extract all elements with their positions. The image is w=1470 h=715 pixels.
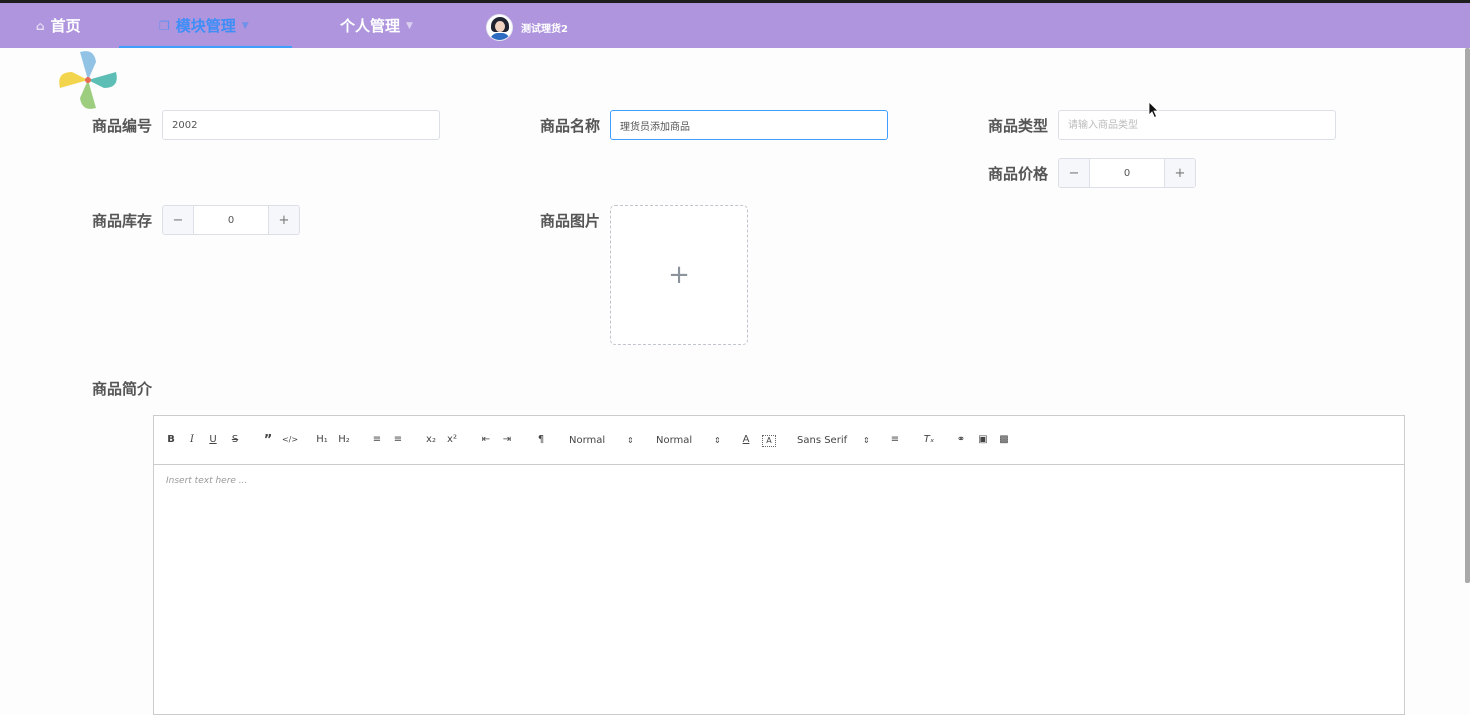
stock-stepper[interactable]: − 0 + bbox=[162, 205, 300, 235]
chevron-down-icon: ▼ bbox=[241, 20, 249, 31]
image-upload-button[interactable]: + bbox=[610, 205, 748, 345]
product-type-input[interactable] bbox=[1058, 110, 1336, 140]
size-picker[interactable]: Normal ⇕ bbox=[569, 433, 635, 447]
strike-icon[interactable]: S bbox=[230, 433, 240, 447]
product-name-input[interactable] bbox=[610, 110, 888, 140]
indent-icon[interactable]: ⇥ bbox=[501, 433, 513, 447]
price-stepper[interactable]: − 0 + bbox=[1058, 158, 1196, 188]
outdent-icon[interactable]: ⇤ bbox=[480, 433, 492, 447]
copy-icon: ❐ bbox=[159, 18, 170, 33]
nav-personal-label: 个人管理 bbox=[340, 17, 401, 35]
editor-toolbar: B I U S ” </> H₁ H₂ ≡ ≡ x₂ x² ⇤ ⇥ ¶ Norm… bbox=[154, 416, 1404, 465]
underline-icon[interactable]: U bbox=[208, 433, 218, 447]
pinwheel-logo-icon bbox=[59, 51, 117, 109]
stock-increase-button[interactable]: + bbox=[268, 206, 299, 234]
scrollbar[interactable] bbox=[1465, 48, 1470, 583]
italic-icon[interactable]: I bbox=[187, 433, 197, 447]
product-name-label: 商品名称 bbox=[540, 116, 601, 135]
stock-value[interactable]: 0 bbox=[194, 206, 268, 234]
nav-home[interactable]: ⌂ 首页 bbox=[36, 3, 81, 48]
header-picker-label: Normal bbox=[656, 434, 693, 446]
top-navbar: ⌂ 首页 ❐ 模块管理 ▼ 个人管理 ▼ 测试理货2 bbox=[0, 0, 1470, 48]
nav-personal[interactable]: 个人管理 ▼ bbox=[340, 3, 413, 48]
ordered-list-icon[interactable]: ≡ bbox=[371, 433, 383, 447]
product-image-label: 商品图片 bbox=[540, 211, 601, 230]
stock-decrease-button[interactable]: − bbox=[163, 206, 194, 234]
bold-icon[interactable]: B bbox=[166, 433, 176, 447]
editor-placeholder[interactable]: Insert text here ... bbox=[166, 476, 247, 486]
link-icon[interactable]: ⚭ bbox=[955, 433, 967, 447]
image-icon[interactable]: ▣ bbox=[977, 433, 989, 447]
product-desc-label: 商品简介 bbox=[92, 379, 153, 398]
superscript-icon[interactable]: x² bbox=[446, 433, 458, 447]
avatar bbox=[486, 14, 513, 41]
text-direction-icon[interactable]: ¶ bbox=[534, 433, 548, 447]
updown-icon: ⇕ bbox=[627, 435, 634, 445]
align-icon[interactable]: ≡ bbox=[889, 433, 901, 447]
mouse-cursor-icon bbox=[1148, 101, 1159, 119]
price-increase-button[interactable]: + bbox=[1164, 159, 1195, 187]
header1-icon[interactable]: H₁ bbox=[315, 433, 329, 447]
plus-icon: + bbox=[668, 260, 690, 290]
price-value[interactable]: 0 bbox=[1090, 159, 1164, 187]
font-picker[interactable]: Sans Serif ⇕ bbox=[797, 433, 871, 447]
nav-home-label: 首页 bbox=[50, 17, 81, 35]
bullet-list-icon[interactable]: ≡ bbox=[392, 433, 404, 447]
clear-format-icon[interactable]: Tₓ bbox=[922, 433, 936, 447]
nav-modules[interactable]: ❐ 模块管理 ▼ bbox=[159, 3, 249, 48]
header2-icon[interactable]: H₂ bbox=[337, 433, 351, 447]
product-stock-label: 商品库存 bbox=[92, 211, 153, 230]
video-icon[interactable]: ▩ bbox=[998, 433, 1010, 447]
nav-modules-label: 模块管理 bbox=[175, 17, 236, 35]
updown-icon: ⇕ bbox=[714, 435, 721, 445]
user-name: 测试理货2 bbox=[521, 24, 568, 35]
product-type-label: 商品类型 bbox=[988, 116, 1049, 135]
font-picker-label: Sans Serif bbox=[797, 434, 848, 446]
background-color-icon[interactable]: A bbox=[762, 435, 776, 447]
blockquote-icon[interactable]: ” bbox=[262, 433, 274, 447]
code-block-icon[interactable]: </> bbox=[282, 433, 298, 447]
rich-text-editor: B I U S ” </> H₁ H₂ ≡ ≡ x₂ x² ⇤ ⇥ ¶ Norm… bbox=[153, 415, 1405, 715]
text-color-icon[interactable]: A bbox=[740, 433, 752, 447]
size-picker-label: Normal bbox=[569, 434, 606, 446]
updown-icon: ⇕ bbox=[863, 435, 870, 445]
chevron-down-icon: ▼ bbox=[406, 20, 413, 31]
active-tab-indicator bbox=[119, 46, 292, 48]
header-picker[interactable]: Normal ⇕ bbox=[656, 433, 722, 447]
price-decrease-button[interactable]: − bbox=[1059, 159, 1090, 187]
product-price-label: 商品价格 bbox=[988, 164, 1049, 183]
product-code-input[interactable] bbox=[162, 110, 440, 140]
home-icon: ⌂ bbox=[36, 18, 45, 33]
product-code-label: 商品编号 bbox=[92, 116, 153, 135]
subscript-icon[interactable]: x₂ bbox=[425, 433, 437, 447]
user-menu[interactable]: 测试理货2 bbox=[486, 14, 568, 41]
